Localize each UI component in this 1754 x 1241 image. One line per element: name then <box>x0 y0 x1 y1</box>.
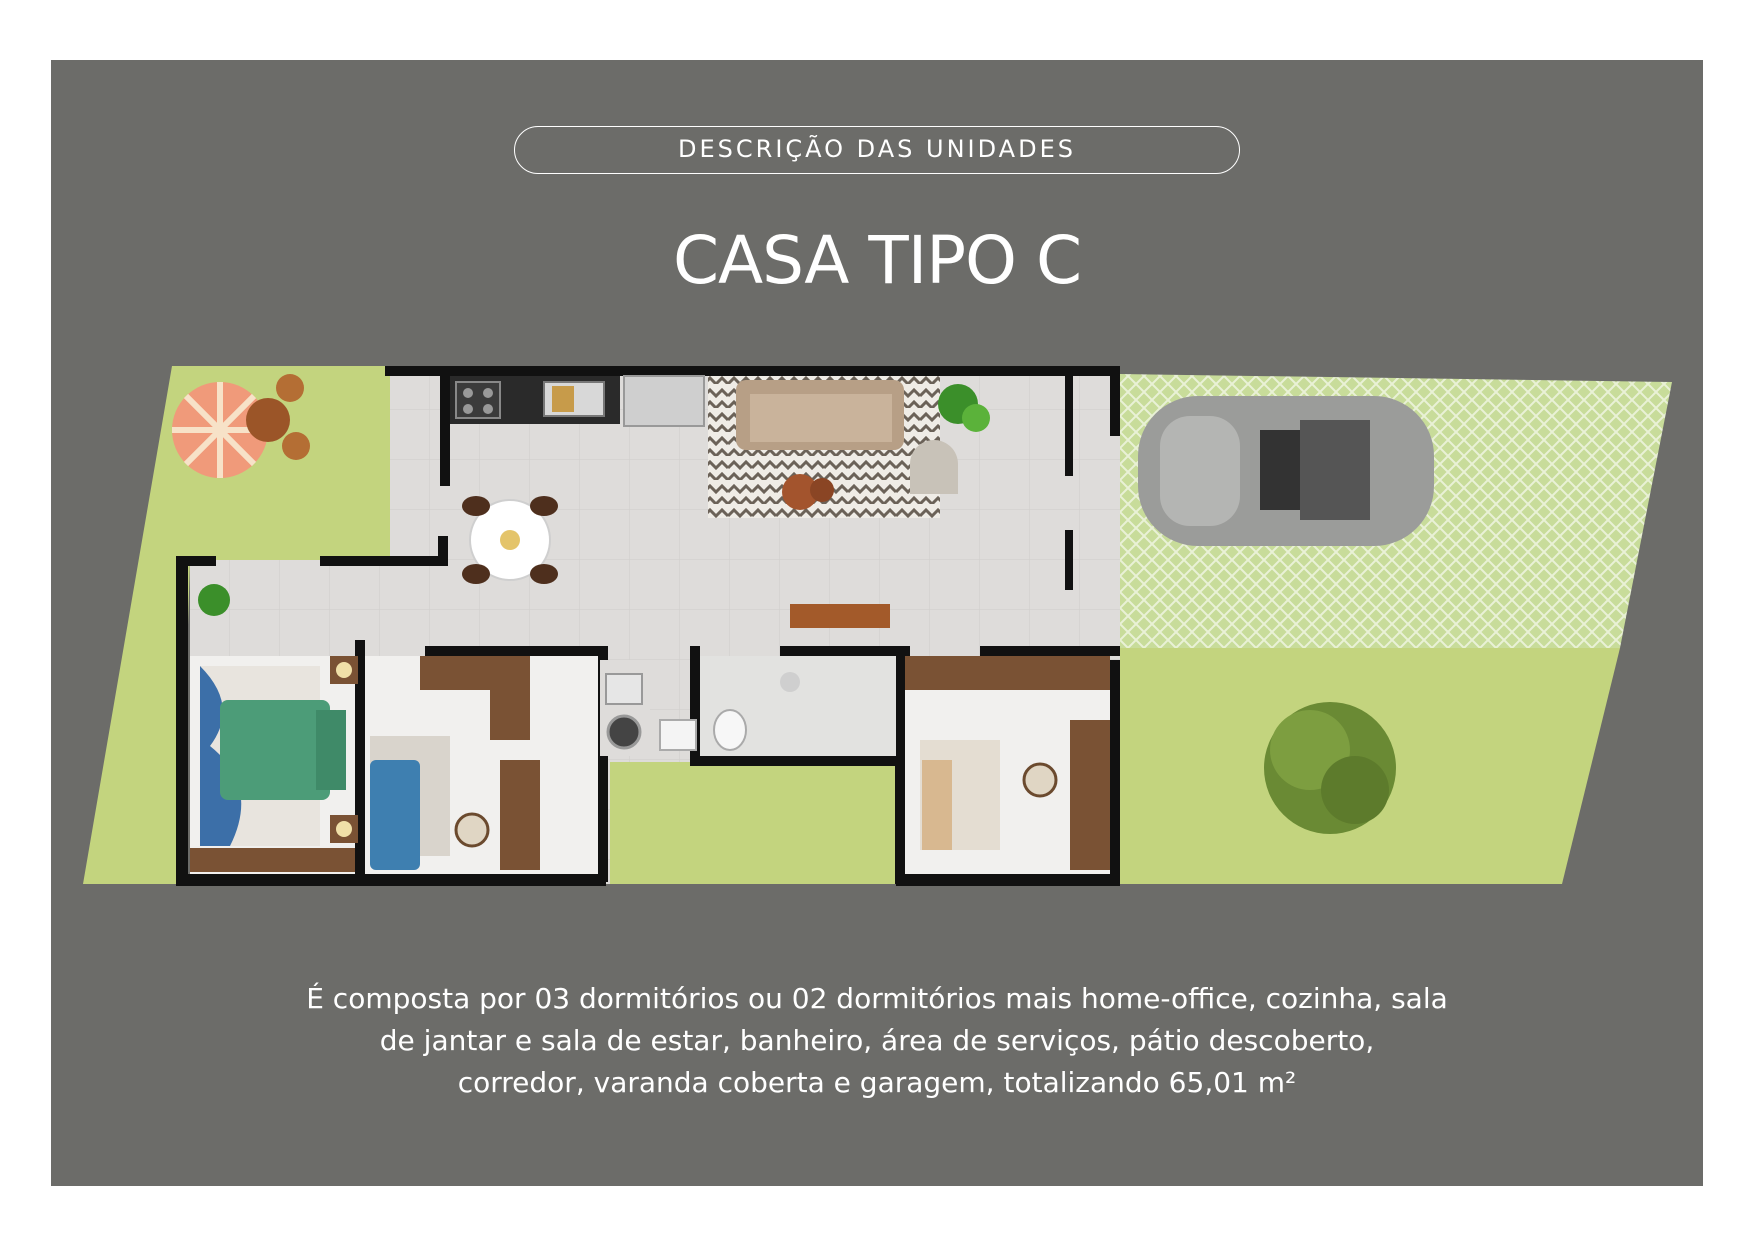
laundry <box>600 660 650 756</box>
sofa <box>736 380 904 450</box>
page-title: CASA TIPO C <box>672 222 1082 299</box>
section-label-pill: DESCRIÇÃO DAS UNIDADES <box>514 126 1240 174</box>
description-line: É composta por 03 dormitórios ou 02 dorm… <box>306 982 1448 1015</box>
car <box>1138 396 1434 546</box>
tree <box>1264 702 1396 834</box>
home-office <box>905 656 1110 874</box>
kitchen-counter <box>450 375 705 427</box>
dining-table <box>462 496 558 584</box>
plant-bedroom <box>198 584 230 616</box>
description-line: corredor, varanda coberta e garagem, tot… <box>457 1066 1297 1099</box>
bedroom-second <box>365 656 598 874</box>
patio-lawn <box>602 762 902 884</box>
hall-bench <box>790 604 890 628</box>
unit-description: É composta por 03 dormitórios ou 02 dorm… <box>300 978 1454 1104</box>
armchair <box>910 440 958 494</box>
bedroom-main <box>190 656 358 874</box>
description-line: de jantar e sala de estar, banheiro, áre… <box>379 1024 1375 1057</box>
floor-plan <box>83 366 1672 886</box>
